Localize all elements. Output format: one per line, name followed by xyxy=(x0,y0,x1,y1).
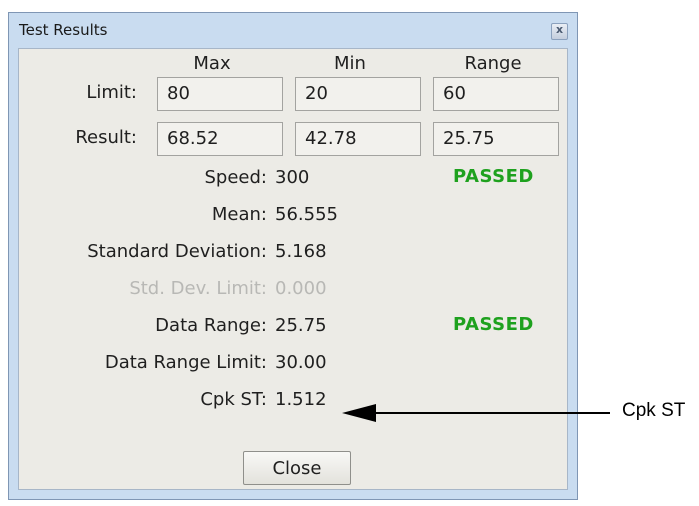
window-title: Test Results xyxy=(19,21,108,39)
test-results-dialog: Test Results x Max Min Range Limit: 80 2… xyxy=(8,12,578,500)
limit-max-field: 80 xyxy=(157,77,283,111)
std-dev-value: 5.168 xyxy=(275,241,327,262)
result-range-field: 25.75 xyxy=(433,122,559,156)
header-max: Max xyxy=(193,53,231,74)
data-range-value: 25.75 xyxy=(275,315,327,336)
close-button[interactable]: Close xyxy=(243,451,351,485)
limit-min-field: 20 xyxy=(295,77,421,111)
speed-status-badge: PASSED xyxy=(453,166,534,187)
arrow-head-icon xyxy=(342,404,376,422)
result-min-field: 42.78 xyxy=(295,122,421,156)
data-range-status-badge: PASSED xyxy=(453,314,534,335)
cpk-st-value: 1.512 xyxy=(275,389,327,410)
speed-label: Speed: xyxy=(204,167,268,188)
speed-value: 300 xyxy=(275,167,310,188)
limit-label: Limit: xyxy=(86,82,137,103)
data-range-limit-label: Data Range Limit: xyxy=(104,352,267,373)
cpk-st-callout: Cpk ST xyxy=(622,400,686,421)
header-min: Min xyxy=(334,53,366,74)
mean-label: Mean: xyxy=(211,204,267,225)
result-max-field: 68.52 xyxy=(157,122,283,156)
data-range-label: Data Range: xyxy=(155,315,267,336)
header-range: Range xyxy=(464,53,522,74)
result-label: Result: xyxy=(75,127,137,148)
limit-range-field: 60 xyxy=(433,77,559,111)
title-bar[interactable]: Test Results x xyxy=(9,13,577,47)
mean-value: 56.555 xyxy=(275,204,338,225)
std-dev-limit-label: Std. Dev. Limit: xyxy=(129,278,267,299)
std-dev-label: Standard Deviation: xyxy=(87,241,267,262)
data-range-limit-value: 30.00 xyxy=(275,352,327,373)
annotation-arrow-line xyxy=(375,412,610,414)
cpk-st-label: Cpk ST: xyxy=(200,389,267,410)
std-dev-limit-value: 0.000 xyxy=(275,278,327,299)
dialog-body: Max Min Range Limit: 80 20 60 Result: 68… xyxy=(18,48,568,490)
window-close-button[interactable]: x xyxy=(551,23,568,40)
close-icon: x xyxy=(556,23,564,36)
